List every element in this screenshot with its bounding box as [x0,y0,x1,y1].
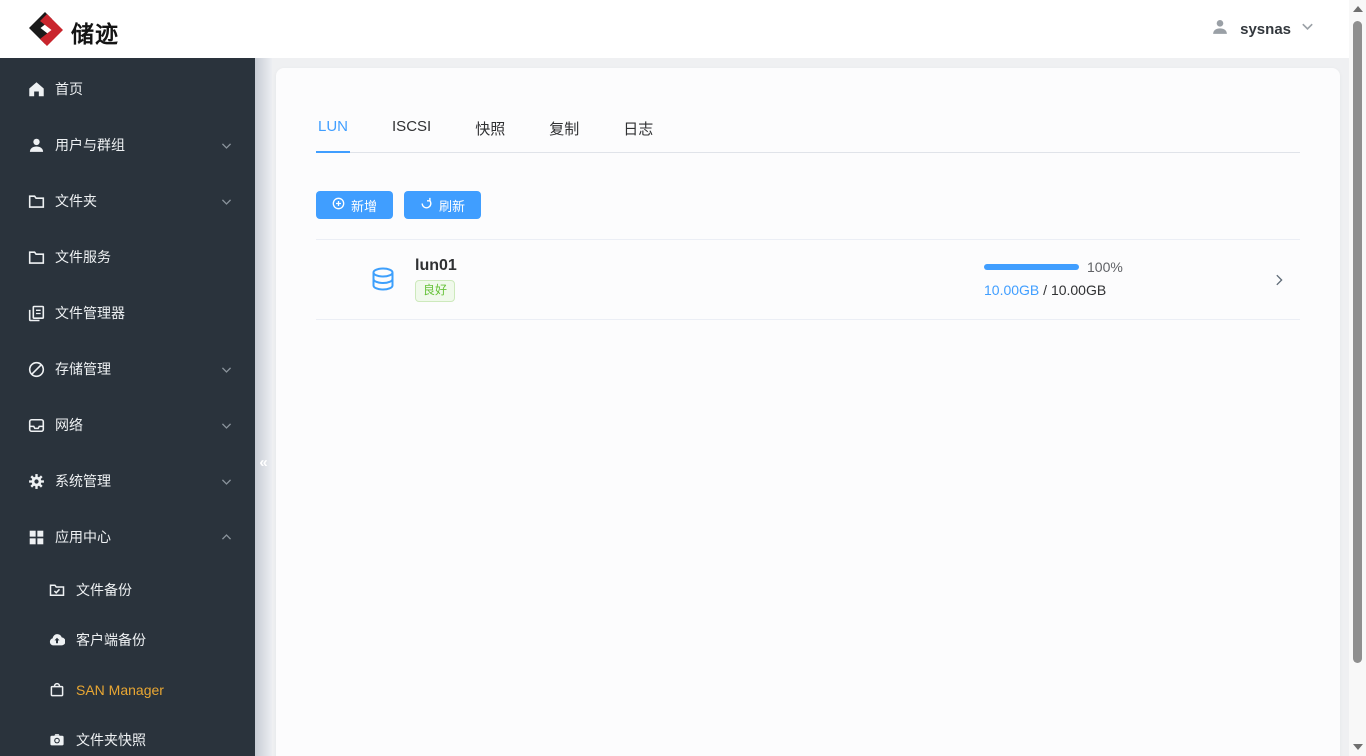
tab-iscsi[interactable]: ISCSI [390,118,433,152]
usage-progress-bar [984,264,1079,270]
sidebar: 首页 用户与群组 文件夹 文件服务 文件管理器 存储管理 网络 系统管理 应用中… [0,58,255,756]
sidebar-gutter: « [255,58,272,756]
user-avatar-icon [1209,16,1231,43]
sidebar-item-folder-snapshot[interactable]: 文件夹快照 [0,715,255,756]
chevron-down-icon [220,139,233,152]
sidebar-item-file-manager[interactable]: 文件管理器 [0,285,255,341]
lun-list: lun01 良好 100% 10.00GB / 10.00GB [316,239,1300,320]
sidebar-item-label: 文件夹快照 [76,732,146,748]
chevron-right-icon [1272,273,1286,287]
lun-row[interactable]: lun01 良好 100% 10.00GB / 10.00GB [316,239,1300,320]
sidebar-item-users-groups[interactable]: 用户与群组 [0,117,255,173]
brand-logo-icon [26,9,66,54]
tab-replication[interactable]: 复制 [547,118,581,152]
add-button[interactable]: 新增 [316,191,394,219]
refresh-button-label: 刷新 [439,198,466,214]
sidebar-item-file-backup[interactable]: 文件备份 [0,565,255,615]
main-content: LUN ISCSI 快照 复制 日志 新增 刷新 lun01 良好 100% 1… [272,58,1349,756]
refresh-icon [420,197,433,213]
gear-icon [27,472,45,490]
sidebar-item-home[interactable]: 首页 [0,61,255,117]
folder-icon [27,248,45,266]
camera-icon [48,731,66,749]
sidebar-item-file-services[interactable]: 文件服务 [0,229,255,285]
chevron-up-icon [220,531,233,544]
sidebar-item-label: 文件夹 [55,193,97,209]
user-menu[interactable]: sysnas [1209,0,1315,58]
sidebar-item-label: 网络 [55,417,83,433]
chevron-down-icon [220,363,233,376]
database-icon [368,265,398,295]
usage-percent: 100% [1087,259,1123,275]
username: sysnas [1240,20,1291,38]
sidebar-item-label: 存储管理 [55,361,111,377]
sidebar-item-system-management[interactable]: 系统管理 [0,453,255,509]
file-manager-icon [27,304,45,322]
sidebar-item-label: 客户端备份 [76,632,146,648]
sidebar-item-folders[interactable]: 文件夹 [0,173,255,229]
sidebar-item-san-manager[interactable]: SAN Manager [0,665,255,715]
top-header: 储迹 sysnas [0,0,1349,58]
usage-total: 10.00GB [1050,282,1107,298]
tab-bar: LUN ISCSI 快照 复制 日志 [316,118,1300,153]
sidebar-item-storage-management[interactable]: 存储管理 [0,341,255,397]
scrollbar-thumb[interactable] [1353,21,1362,663]
tab-log[interactable]: 日志 [621,118,655,152]
sidebar-item-label: 系统管理 [55,473,111,489]
home-icon [27,80,45,98]
plus-circle-icon [332,197,345,213]
content-card: LUN ISCSI 快照 复制 日志 新增 刷新 lun01 良好 100% 1… [276,68,1340,756]
sidebar-item-client-backup[interactable]: 客户端备份 [0,615,255,665]
folder-check-icon [48,581,66,599]
sidebar-item-label: SAN Manager [76,682,164,698]
sidebar-collapse-icon[interactable]: « [255,454,272,471]
users-icon [27,136,45,154]
folder-icon [27,192,45,210]
add-button-label: 新增 [351,198,378,214]
usage-separator: / [1043,282,1048,298]
toolbar: 新增 刷新 [316,191,1300,219]
sidebar-item-label: 应用中心 [55,529,111,545]
lun-name: lun01 [415,257,457,275]
page-scrollbar[interactable] [1349,0,1366,756]
sidebar-item-label: 首页 [55,81,83,97]
shop-icon [48,681,66,699]
refresh-button[interactable]: 刷新 [404,191,482,219]
cloud-upload-icon [48,631,66,649]
storage-icon [27,360,45,378]
lun-usage: 100% 10.00GB / 10.00GB [984,259,1149,298]
lun-info: lun01 良好 [415,257,457,302]
tab-lun[interactable]: LUN [316,118,351,153]
brand-logo: 储迹 [26,9,119,54]
lun-status-badge: 良好 [415,280,456,302]
network-icon [27,416,45,434]
sidebar-item-label: 文件管理器 [55,305,125,321]
chevron-down-icon [220,475,233,488]
chevron-down-icon [220,195,233,208]
brand-name: 储迹 [71,20,119,47]
sidebar-item-label: 文件服务 [55,249,111,265]
sidebar-item-network[interactable]: 网络 [0,397,255,453]
sidebar-item-app-center[interactable]: 应用中心 [0,509,255,565]
scroll-down-arrow-icon[interactable] [1353,744,1363,750]
sidebar-item-label: 文件备份 [76,582,132,598]
scroll-up-arrow-icon[interactable] [1353,6,1363,12]
tab-snapshot[interactable]: 快照 [473,118,507,152]
apps-icon [27,528,45,546]
usage-used: 10.00GB [984,282,1040,298]
sidebar-item-label: 用户与群组 [55,137,125,153]
chevron-down-icon [220,419,233,432]
user-chevron-down-icon [1300,19,1315,39]
